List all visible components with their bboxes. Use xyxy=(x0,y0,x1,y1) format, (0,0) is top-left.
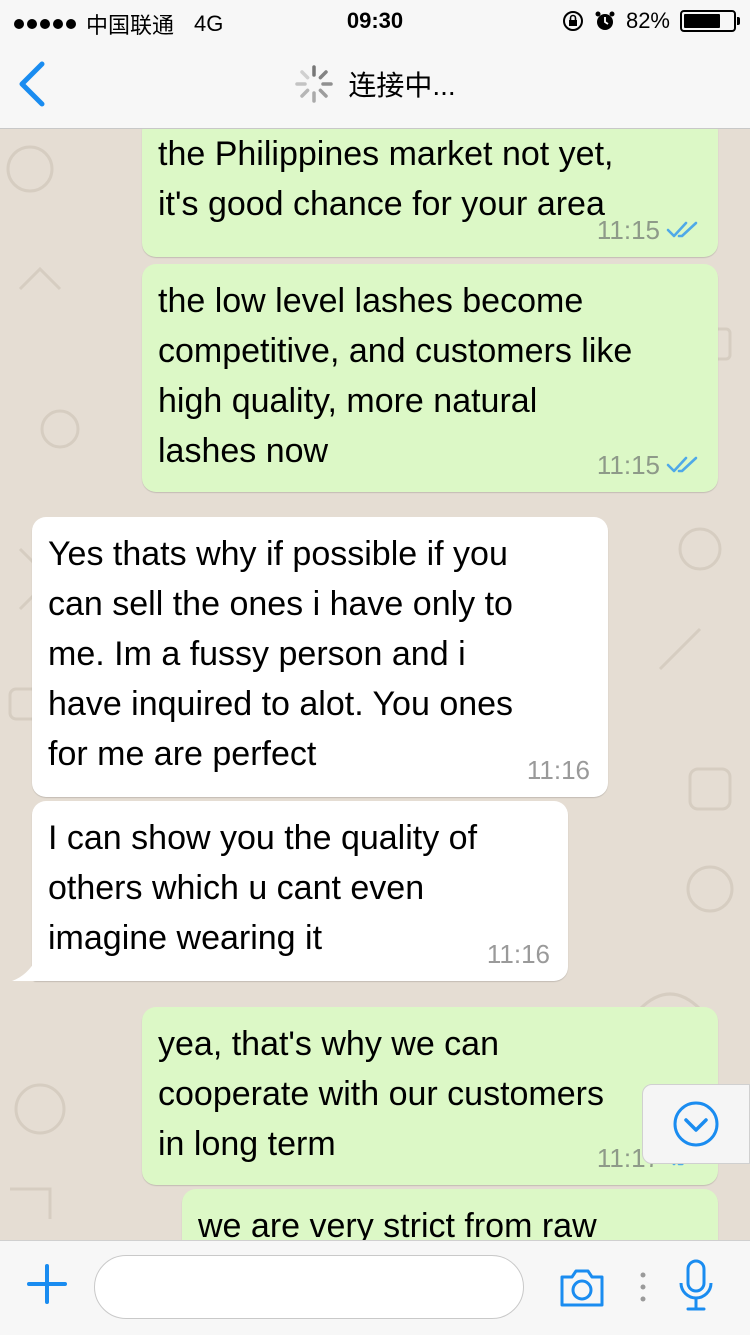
message-line: yea, that's why we can xyxy=(158,1025,499,1063)
attach-button[interactable] xyxy=(26,1263,68,1305)
connection-status-title: 连接中... xyxy=(348,70,456,101)
read-receipt-icon xyxy=(666,456,698,473)
loading-spinner-icon xyxy=(295,65,334,103)
read-receipt-icon xyxy=(666,221,698,238)
chat-title: 连接中... xyxy=(0,64,750,104)
message-line: me. Im a fussy person and i xyxy=(48,635,466,673)
message-line: for me are perfect xyxy=(48,735,317,773)
message-bubble-outgoing[interactable]: the Philippines market not yet, it's goo… xyxy=(142,129,718,257)
scroll-to-bottom-button[interactable] xyxy=(642,1084,750,1164)
message-line: imagine wearing it xyxy=(48,919,323,957)
status-right: 82% xyxy=(562,8,740,34)
message-line: competitive, and customers like xyxy=(158,332,633,370)
message-text: the low level lashes become competitive,… xyxy=(158,276,702,476)
message-line: cooperate with our customers xyxy=(158,1075,604,1113)
message-line: the low level lashes become xyxy=(158,282,584,320)
navigation-bar: 连接中... xyxy=(0,40,750,129)
microphone-icon xyxy=(679,1259,713,1311)
voice-message-button[interactable] xyxy=(676,1257,716,1317)
message-line: high quality, more natural xyxy=(158,382,538,420)
message-line: we are very strict from raw xyxy=(198,1207,597,1240)
message-line: others which u cant even xyxy=(48,869,425,907)
message-input[interactable] xyxy=(94,1255,524,1319)
message-text: Yes thats why if possible if you can sel… xyxy=(48,529,592,779)
chat-history[interactable]: the Philippines market not yet, it's goo… xyxy=(0,129,750,1240)
message-meta: 11:16 xyxy=(527,757,590,783)
status-bar: 中国联通 4G 09:30 82% xyxy=(0,0,750,40)
message-line: can sell the ones i have only to xyxy=(48,585,513,623)
message-bubble-outgoing[interactable]: yea, that's why we can cooperate with ou… xyxy=(142,1007,718,1185)
message-bubble-incoming[interactable]: Yes thats why if possible if you can sel… xyxy=(32,517,608,797)
chevron-down-circle-icon xyxy=(673,1101,719,1147)
message-bubble-outgoing[interactable]: the low level lashes become competitive,… xyxy=(142,264,718,492)
message-bubble-outgoing[interactable]: we are very strict from raw xyxy=(182,1189,718,1240)
alarm-icon xyxy=(595,11,615,30)
battery-percent: 82% xyxy=(625,8,670,33)
message-meta: 11:16 xyxy=(487,941,550,967)
message-composer-bar xyxy=(0,1240,750,1335)
message-line: Yes thats why if possible if you xyxy=(48,535,508,573)
message-line: I can show you the quality of xyxy=(48,819,478,857)
message-text: we are very strict from raw xyxy=(198,1201,702,1240)
message-meta: 11:15 xyxy=(597,217,700,243)
message-timestamp: 11:16 xyxy=(526,755,590,785)
message-timestamp: 11:15 xyxy=(596,450,660,480)
message-text: the Philippines market not yet, it's goo… xyxy=(158,129,702,229)
camera-icon xyxy=(560,1269,604,1307)
plus-icon xyxy=(27,1264,67,1304)
message-timestamp: 11:15 xyxy=(596,215,660,245)
battery-icon xyxy=(680,10,740,32)
rotation-lock-icon xyxy=(562,11,583,31)
camera-button[interactable] xyxy=(556,1261,608,1313)
separator-dots-icon xyxy=(640,1272,646,1302)
message-text: I can show you the quality of others whi… xyxy=(48,813,552,963)
message-timestamp: 11:16 xyxy=(486,939,550,969)
message-bubble-incoming[interactable]: I can show you the quality of others whi… xyxy=(32,801,568,981)
message-line: have inquired to alot. You ones xyxy=(48,685,514,723)
bubble-tail-incoming xyxy=(12,959,36,981)
message-meta: 11:15 xyxy=(597,452,700,478)
message-line: the Philippines market not yet, xyxy=(158,135,614,173)
